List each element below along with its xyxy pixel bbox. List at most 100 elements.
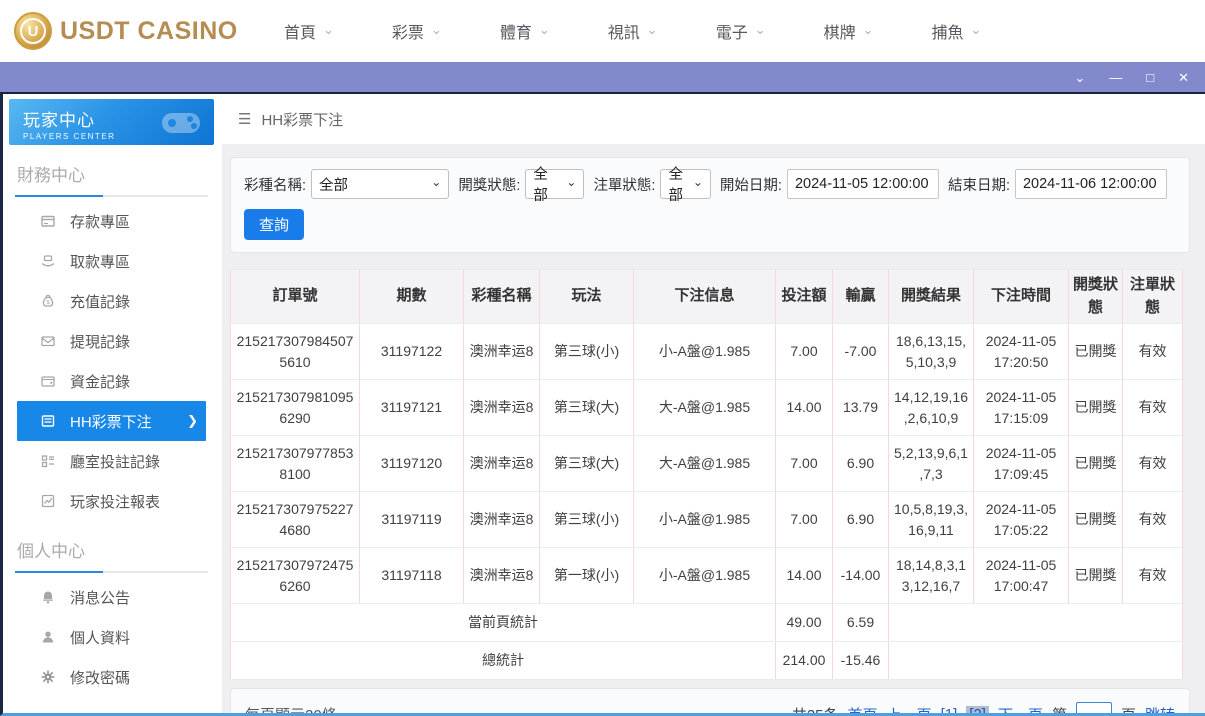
- hamburger-menu-icon[interactable]: ☰: [238, 110, 251, 128]
- report-chart-icon: [39, 493, 57, 509]
- table-row: 2152173079810956290 31197121 澳洲幸运8 第三球(大…: [231, 380, 1183, 436]
- col-bet-time: 下注時間: [974, 270, 1069, 324]
- current-page-summary-label: 當前頁統計: [231, 604, 776, 642]
- current-page-total-winloss: 6.59: [833, 604, 889, 642]
- sidebar: 玩家中心 PLAYERS CENTER 財務中心 存款專區 取款專區: [3, 94, 222, 713]
- chevron-down-icon: ⌄: [323, 23, 334, 36]
- nav-item-fishing[interactable]: 捕魚⌄: [932, 19, 982, 43]
- window-close-icon[interactable]: ✕: [1178, 71, 1189, 84]
- personal-section: 個人中心 消息公告 個人資料 修改密碼: [3, 521, 222, 697]
- chevron-down-icon: ⌄: [566, 175, 576, 189]
- envelope-money-icon: [39, 333, 57, 349]
- pager: 共25条 首页 上一页 [1] [2] 下一页 第 页 跳转: [792, 702, 1175, 714]
- sidebar-item-profile[interactable]: 個人資料: [17, 617, 206, 657]
- col-lottery-name: 彩種名稱: [464, 270, 540, 324]
- search-button[interactable]: 查詢: [244, 209, 304, 240]
- filter-panel: 彩種名稱: 全部 ⌄ 開獎狀態: 全部 ⌄ 注單狀態: 全部 ⌄: [230, 157, 1190, 253]
- bets-table: 訂單號 期數 彩種名稱 玩法 下注信息 投注額 輸贏 開獎結果 下注時間 開獎狀…: [230, 269, 1183, 680]
- jump-suffix-label: 页: [1121, 704, 1136, 714]
- jump-button[interactable]: 跳转: [1145, 704, 1175, 714]
- start-date-label: 開始日期:: [720, 174, 782, 195]
- list-detail-icon: [39, 453, 57, 469]
- sidebar-item-announcements[interactable]: 消息公告: [17, 577, 206, 617]
- col-bet-info: 下注信息: [634, 270, 776, 324]
- window-chevron-down-icon[interactable]: ⌄: [1074, 71, 1085, 84]
- prev-page-link[interactable]: 上一页: [887, 704, 932, 714]
- page-1-link[interactable]: [1]: [941, 706, 958, 714]
- col-draw-result: 開獎結果: [889, 270, 974, 324]
- main-area: ☰ HH彩票下注 彩種名稱: 全部 ⌄ 開獎狀態: 全部 ⌄ 注單狀態:: [222, 94, 1205, 713]
- players-center-header: 玩家中心 PLAYERS CENTER: [9, 99, 214, 145]
- gamepad-icon: [158, 105, 204, 139]
- table-row: 2152173079778538100 31197120 澳洲幸运8 第三球(大…: [231, 436, 1183, 492]
- sidebar-item-player-bet-report[interactable]: 玩家投注報表: [17, 481, 206, 521]
- sidebar-item-hh-lottery-bets[interactable]: HH彩票下注 ❯: [17, 401, 206, 441]
- section-divider: [15, 571, 208, 573]
- sidebar-item-recharge-record[interactable]: $ 充值記錄: [17, 281, 206, 321]
- end-date-input[interactable]: [1015, 169, 1167, 199]
- usdt-casino-logo-icon: U: [14, 12, 52, 50]
- nav-item-slots[interactable]: 電子⌄: [716, 19, 766, 43]
- chevron-down-icon: ⌄: [755, 23, 766, 36]
- nav-item-lottery[interactable]: 彩票⌄: [392, 19, 442, 43]
- agent-section: 代理中心: [3, 697, 222, 713]
- bet-record-icon: [39, 413, 57, 429]
- chevron-down-icon: ⌄: [539, 23, 550, 36]
- sidebar-item-room-bet-record[interactable]: 廳室投註記錄: [17, 441, 206, 481]
- start-date-input[interactable]: [787, 169, 939, 199]
- app-frame: 玩家中心 PLAYERS CENTER 財務中心 存款專區 取款專區: [0, 92, 1205, 716]
- chevron-down-icon: ⌄: [863, 23, 874, 36]
- col-period: 期數: [360, 270, 464, 324]
- grand-total-summary-row: 總統計 214.00 -15.46: [231, 642, 1183, 680]
- hand-money-icon: [39, 253, 57, 269]
- lottery-name-select[interactable]: 全部 ⌄: [311, 169, 449, 199]
- first-page-link[interactable]: 首页: [848, 704, 878, 714]
- grand-total-winloss: -15.46: [833, 642, 889, 680]
- wallet-icon: [39, 373, 57, 389]
- pagination-bar: 每頁顯示20條 共25条 首页 上一页 [1] [2] 下一页 第 页 跳转: [230, 688, 1190, 713]
- personal-section-title: 個人中心: [15, 537, 208, 562]
- brand[interactable]: U USDT CASINO: [14, 12, 244, 50]
- sidebar-item-withdraw[interactable]: 取款專區: [17, 241, 206, 281]
- chevron-down-icon: ⌄: [971, 23, 982, 36]
- money-bag-icon: $: [39, 293, 57, 309]
- jump-page-input[interactable]: [1076, 702, 1112, 714]
- table-row: 2152173079752274680 31197119 澳洲幸运8 第三球(小…: [231, 492, 1183, 548]
- order-status-select[interactable]: 全部 ⌄: [660, 169, 710, 199]
- window-title-bar: ⌄ — □ ✕: [0, 62, 1205, 92]
- draw-status-label: 開獎狀態:: [458, 174, 520, 195]
- chevron-right-icon: ❯: [187, 413, 198, 429]
- current-page-summary-row: 當前頁統計 49.00 6.59: [231, 604, 1183, 642]
- chevron-down-icon: ⌄: [431, 23, 442, 36]
- order-status-label: 注單狀態:: [593, 174, 655, 195]
- total-count-text: 共25条: [792, 704, 839, 714]
- section-divider: [15, 195, 208, 197]
- nav-item-home[interactable]: 首頁⌄: [284, 19, 334, 43]
- page-title: HH彩票下注: [261, 109, 343, 130]
- table-row: 2152173079845075610 31197122 澳洲幸运8 第三球(小…: [231, 324, 1183, 380]
- grand-total-label: 總統計: [231, 642, 776, 680]
- logo-text: USDT CASINO: [60, 17, 238, 46]
- nav-item-sports[interactable]: 體育⌄: [500, 19, 550, 43]
- chevron-down-icon: ⌄: [693, 175, 703, 189]
- col-order-id: 訂單號: [231, 270, 360, 324]
- nav-item-video[interactable]: 視訊⌄: [608, 19, 658, 43]
- sidebar-item-withdrawal-record[interactable]: 提現記錄: [17, 321, 206, 361]
- next-page-link[interactable]: 下一页: [998, 704, 1043, 714]
- page-size-text: 每頁顯示20條: [245, 704, 337, 714]
- breadcrumb: ☰ HH彩票下注: [222, 94, 1205, 144]
- sidebar-item-change-password[interactable]: 修改密碼: [17, 657, 206, 697]
- nav-item-cards[interactable]: 棋牌⌄: [824, 19, 874, 43]
- page-2-current[interactable]: [2]: [966, 706, 989, 714]
- gear-icon: [39, 669, 57, 685]
- table-row: 2152173079724756260 31197118 澳洲幸运8 第一球(小…: [231, 548, 1183, 604]
- sidebar-item-deposit[interactable]: 存款專區: [17, 201, 206, 241]
- draw-status-select[interactable]: 全部 ⌄: [525, 169, 584, 199]
- col-win-loss: 輸贏: [833, 270, 889, 324]
- window-maximize-icon[interactable]: □: [1146, 71, 1154, 84]
- chevron-down-icon: ⌄: [647, 23, 658, 36]
- finance-section: 財務中心 存款專區 取款專區 $ 充值記錄 提現記錄: [3, 145, 222, 521]
- sidebar-item-funds-record[interactable]: 資金記錄: [17, 361, 206, 401]
- col-draw-status: 開獎狀態: [1069, 270, 1123, 324]
- window-minimize-icon[interactable]: —: [1109, 71, 1122, 84]
